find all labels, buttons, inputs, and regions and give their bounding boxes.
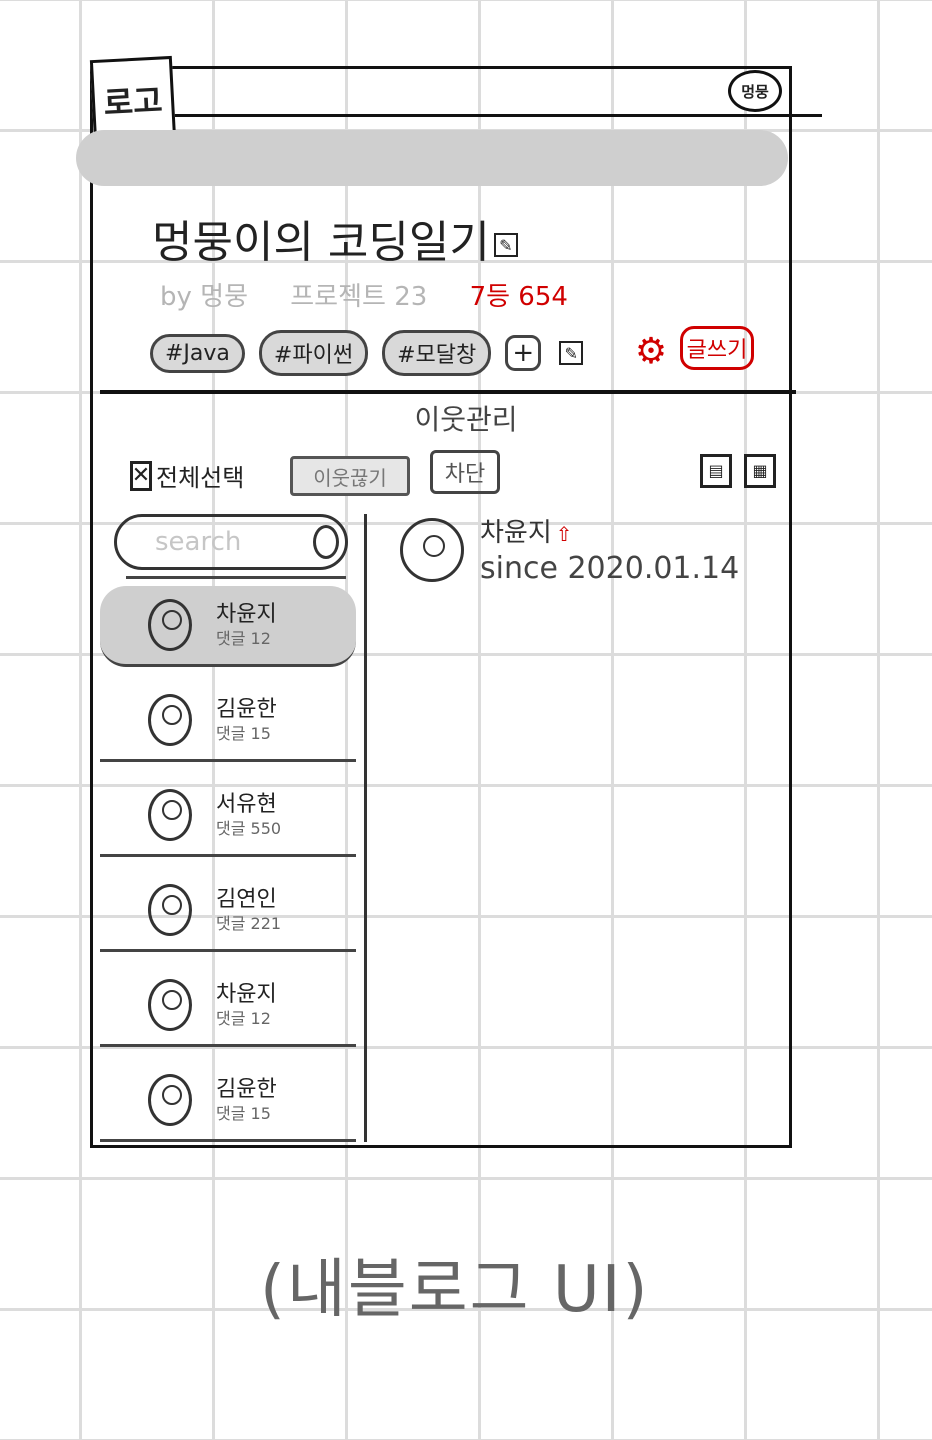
detail-since: since 2020.01.14 <box>480 551 740 586</box>
search-box[interactable] <box>114 514 348 570</box>
neighbor-name: 김윤한 <box>216 1077 277 1103</box>
detail-view-icon[interactable]: ▦ <box>744 454 776 488</box>
blog-visitors: 7등 654 <box>469 282 568 312</box>
neighbor-name: 차윤지 <box>216 982 277 1008</box>
search-divider <box>126 576 346 579</box>
add-tag-button[interactable]: + <box>505 335 542 371</box>
neighbor-detail: 차윤지 ⇧ since 2020.01.14 <box>400 512 739 586</box>
neighbor-name: 서유현 <box>216 792 277 818</box>
blog-author: by 멍뭉 <box>160 282 248 312</box>
list-item[interactable]: 차윤지 댓글 12 <box>100 586 356 667</box>
list-item[interactable]: 김윤한 댓글 15 <box>100 1061 356 1142</box>
avatar-icon <box>148 979 192 1031</box>
neighbor-name: 김윤한 <box>216 697 277 723</box>
blog-title: 멍뭉이의 코딩일기 ✎ <box>152 206 518 270</box>
avatar-icon <box>148 599 192 651</box>
neighbor-comments: 댓글 15 <box>216 1103 271 1123</box>
detail-avatar-icon <box>400 518 464 582</box>
tag-list: #Java #파이썬 #모달창 + ✎ <box>150 330 584 376</box>
tag-item[interactable]: #Java <box>150 333 245 373</box>
neighbor-name: 김연인 <box>216 887 277 913</box>
gear-icon[interactable]: ⚙ <box>630 330 672 372</box>
neighbor-comments: 댓글 12 <box>216 1008 271 1028</box>
avatar-icon <box>148 694 192 746</box>
up-arrow-icon: ⇧ <box>555 522 573 546</box>
detail-name: 차윤지 <box>480 518 552 548</box>
neighbor-name: 차윤지 <box>216 602 277 628</box>
avatar-icon <box>148 1074 192 1126</box>
list-item[interactable]: 차윤지 댓글 12 <box>100 966 356 1047</box>
list-item[interactable]: 서유현 댓글 550 <box>100 776 356 857</box>
unfollow-button[interactable]: 이웃끊기 <box>290 456 410 496</box>
header-divider <box>90 114 822 117</box>
search-input[interactable] <box>153 526 307 558</box>
avatar-icon <box>148 884 192 936</box>
edit-icon[interactable]: ✎ <box>493 233 518 257</box>
select-all[interactable]: ✕ 전체선택 <box>130 458 244 493</box>
tag-item[interactable]: #모달창 <box>382 330 492 376</box>
neighbor-list: 차윤지 댓글 12 김윤한 댓글 15 서유현 댓글 550 김연인 댓글 22… <box>100 586 356 1156</box>
checkbox-icon[interactable]: ✕ <box>130 460 152 491</box>
neighbor-comments: 댓글 15 <box>216 723 271 743</box>
select-all-label: 전체선택 <box>156 464 245 492</box>
tag-item[interactable]: #파이썬 <box>258 330 369 376</box>
blog-projects: 프로젝트 23 <box>290 282 428 312</box>
list-item[interactable]: 김윤한 댓글 15 <box>100 681 356 762</box>
panel-divider <box>364 514 367 1142</box>
list-view-icon[interactable]: ▤ <box>700 454 732 488</box>
section-title: 이웃관리 <box>414 403 518 436</box>
neighbor-comments: 댓글 550 <box>216 818 282 838</box>
list-item[interactable]: 김연인 댓글 221 <box>100 871 356 952</box>
edit-tags-icon[interactable]: ✎ <box>559 341 584 365</box>
top-search-bar[interactable] <box>76 130 788 186</box>
blog-title-text: 멍뭉이의 코딩일기 <box>152 217 490 268</box>
neighbor-comments: 댓글 221 <box>216 913 282 933</box>
avatar-icon <box>148 789 192 841</box>
block-button[interactable]: 차단 <box>430 450 500 494</box>
footer-note: (내블로그 UI) <box>260 1253 650 1327</box>
write-button[interactable]: 글쓰기 <box>680 326 754 370</box>
blog-meta: by 멍뭉 프로젝트 23 7등 654 <box>160 276 602 313</box>
section-divider <box>100 390 796 394</box>
search-icon[interactable] <box>313 525 339 559</box>
neighbor-comments: 댓글 12 <box>216 628 271 648</box>
profile-avatar[interactable]: 멍뭉 <box>728 70 782 112</box>
